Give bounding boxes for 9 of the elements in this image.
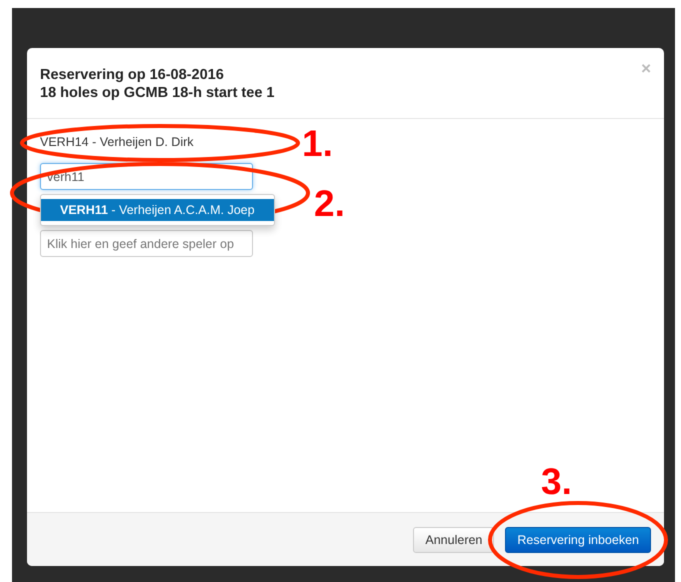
player-name: VERH14 - Verheijen D. Dirk	[40, 135, 194, 149]
suggestion-item[interactable]: VERH11 - Verheijen A.C.A.M. Joep	[41, 199, 274, 221]
step-number: 1.	[302, 125, 333, 162]
dialog-title: Reservering op 16-08-2016 18 holes op GCMB 18-h start tee 1	[40, 66, 274, 102]
cancel-button[interactable]: Annuleren	[413, 527, 494, 553]
player-input-field[interactable]: Klik hier en geef andere speler op	[40, 230, 253, 257]
step-number: 3.	[541, 463, 572, 500]
step-number: 2.	[314, 185, 345, 222]
book-button[interactable]: Reservering inboeken	[505, 527, 651, 553]
